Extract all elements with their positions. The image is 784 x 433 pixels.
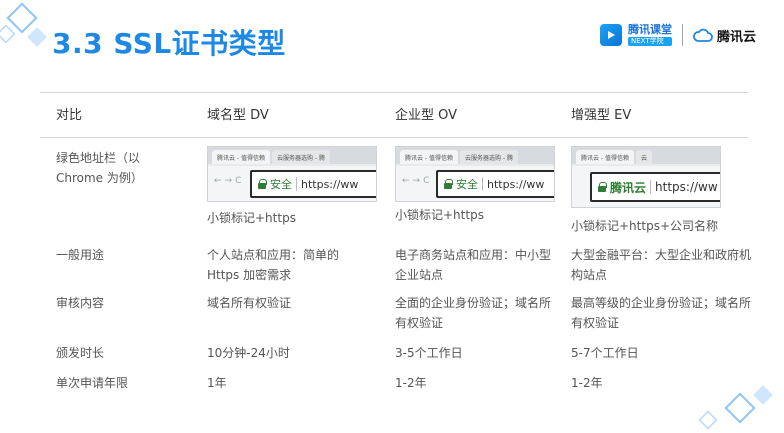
browser-tab: 腾讯云 - 值得信赖: [212, 150, 270, 164]
play-icon: [599, 24, 622, 46]
issue-time-ov: 3-5个工作日: [395, 346, 463, 360]
browser-tab: 云: [635, 150, 652, 164]
audit-ev: 最高等级的企业身份验证；域名所有权验证: [571, 296, 752, 330]
secure-label: 腾讯云: [610, 180, 647, 195]
audit-ov: 全面的企业身份验证；域名所有权验证: [395, 296, 552, 330]
header-ev: 增强型 EV: [571, 108, 632, 123]
usage-ev: 大型金融平台：大型企业和政府机构站点: [571, 248, 752, 282]
url-text: https://ww: [487, 177, 545, 191]
address-bar-value-ov: 小锁标记+https: [395, 208, 484, 222]
url-text: https://ww: [655, 180, 718, 194]
validity-ev: 1-2年: [571, 376, 603, 390]
table-header-rule: [40, 137, 748, 138]
address-bar-value-dv: 小锁标记+https: [207, 211, 296, 225]
header-compare: 对比: [56, 108, 83, 123]
browser-screenshot-ev: 腾讯云 - 值得信赖 云 腾讯云 https://ww: [571, 146, 721, 208]
browser-screenshot-ov: 腾讯云 - 值得信赖 云服务器选购 - 腾 ←→C 安全 https://ww: [395, 146, 555, 202]
address-bar-value-ev: 小锁标记+https+公司名称: [571, 219, 718, 233]
nav-arrows-icon: ←→C: [402, 176, 433, 186]
browser-tab: 云服务器选购 - 腾: [271, 150, 330, 164]
address-bar: 腾讯云 https://ww: [590, 172, 720, 202]
header-ov: 企业型 OV: [395, 108, 458, 123]
usage-ov: 电子商务站点和应用：中小型企业站点: [395, 248, 552, 282]
logo-divider: [681, 24, 683, 46]
table-top-rule: [40, 92, 748, 93]
secure-label: 安全: [270, 178, 292, 191]
address-bar: 安全 https://ww: [436, 170, 554, 198]
corner-decoration-top-left: [0, 2, 47, 47]
corner-decoration-bottom-right: [698, 385, 773, 430]
row-label-address-bar: 绿色地址栏（以 Chrome 为例）: [56, 151, 143, 185]
address-bar: 安全 https://ww: [250, 170, 376, 198]
cloud-icon: [693, 28, 713, 42]
url-text: https://ww: [301, 177, 359, 191]
browser-tab: 云服务器选购 - 腾: [459, 150, 518, 164]
header-dv: 域名型 DV: [207, 108, 269, 123]
validity-ov: 1-2年: [395, 376, 427, 390]
tencent-class-logo: 腾讯课堂 NEXT学院: [599, 23, 672, 46]
brand-logos: 腾讯课堂 NEXT学院 腾讯云: [599, 23, 756, 46]
lock-icon: [258, 179, 267, 189]
browser-screenshot-dv: 腾讯云 - 值得信赖 云服务器选购 - 腾 ←→C 安全 https://ww: [207, 146, 377, 202]
browser-tab: 腾讯云 - 值得信赖: [400, 150, 458, 164]
audit-dv: 域名所有权验证: [207, 296, 292, 310]
tencent-cloud-name: 腾讯云: [716, 29, 756, 45]
tencent-class-name: 腾讯课堂: [627, 23, 672, 36]
row-label-validity: 单次申请年限: [56, 376, 129, 390]
validity-dv: 1年: [207, 376, 227, 390]
tencent-class-sub: NEXT学院: [627, 37, 672, 46]
page-title: 3.3 SSL证书类型: [52, 27, 286, 60]
row-label-issue-time: 颁发时长: [56, 346, 105, 360]
secure-label: 安全: [456, 178, 478, 191]
browser-tab: 腾讯云 - 值得信赖: [576, 150, 634, 164]
nav-arrows-icon: ←→C: [214, 176, 245, 186]
row-label-usage: 一般用途: [56, 248, 105, 262]
issue-time-dv: 10分钟-24小时: [207, 346, 290, 360]
tencent-cloud-logo: 腾讯云: [693, 26, 756, 45]
row-label-audit: 审核内容: [56, 296, 105, 310]
issue-time-ev: 5-7个工作日: [571, 346, 639, 360]
usage-dv: 个人站点和应用：简单的 Https 加密需求: [207, 248, 340, 282]
lock-icon: [444, 179, 453, 189]
lock-icon: [598, 182, 607, 192]
